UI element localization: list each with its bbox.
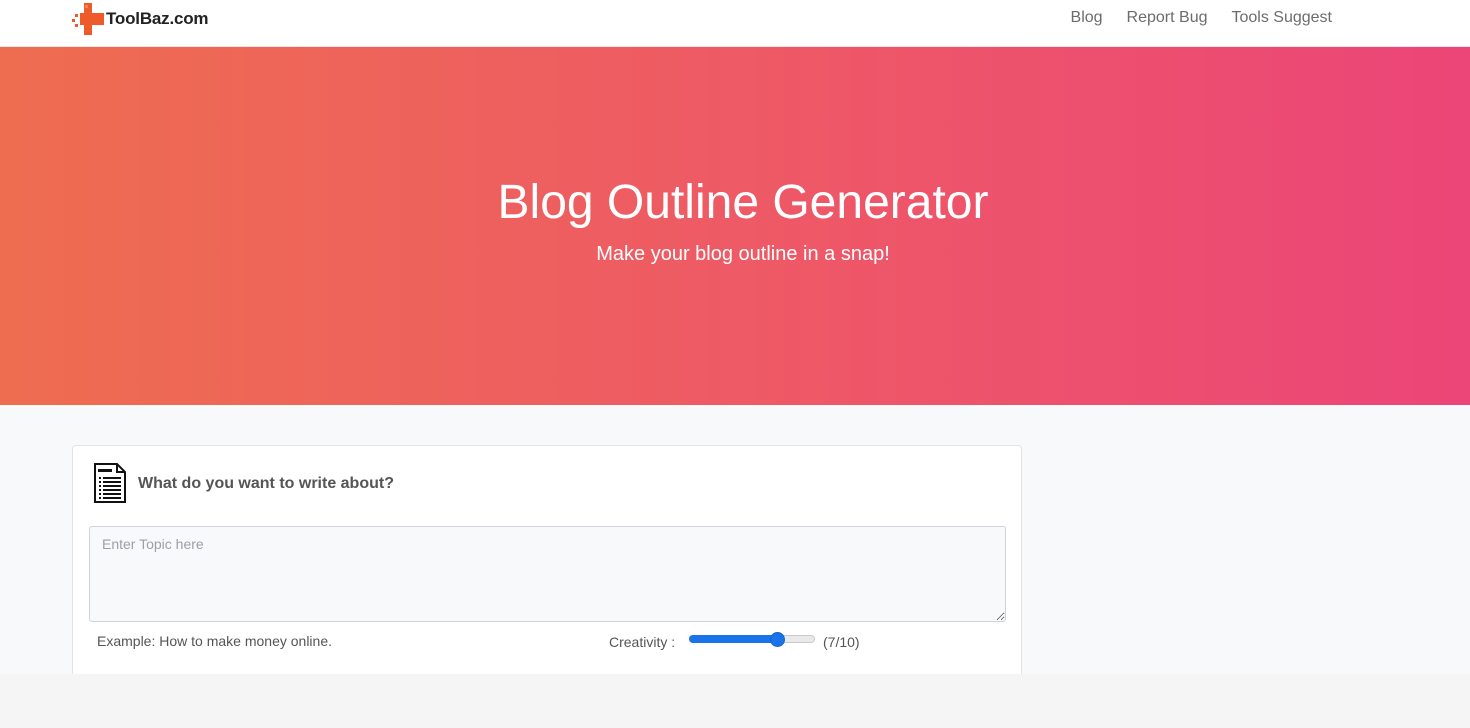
- brand-name: ToolBaz.com: [106, 9, 209, 28]
- page-subtitle: Make your blog outline in a snap!: [596, 243, 890, 265]
- brand-logo[interactable]: ToolBaz.com: [72, 3, 209, 35]
- form-heading: What do you want to write about?: [138, 475, 394, 492]
- page-title: Blog Outline Generator: [497, 176, 989, 229]
- nav-blog-link[interactable]: Blog: [1071, 9, 1103, 27]
- creativity-label: Creativity :: [609, 634, 676, 650]
- main-nav: Blog Report Bug Tools Suggest: [1071, 9, 1332, 27]
- nav-report-bug-link[interactable]: Report Bug: [1127, 9, 1208, 27]
- document-icon: [93, 462, 127, 509]
- creativity-slider[interactable]: [687, 629, 817, 649]
- slider-thumb[interactable]: [769, 632, 785, 647]
- form-header: What do you want to write about?: [93, 462, 394, 509]
- bottom-overlay: [0, 674, 1470, 728]
- top-navbar: ToolBaz.com Blog Report Bug Tools Sugges…: [0, 0, 1470, 47]
- toolbaz-logo-icon: [72, 3, 105, 35]
- slider-fill: [689, 635, 778, 643]
- nav-tools-suggest-link[interactable]: Tools Suggest: [1231, 9, 1332, 27]
- topic-input[interactable]: [89, 526, 1006, 622]
- creativity-value: (7/10): [823, 634, 860, 650]
- example-hint: Example: How to make money online.: [97, 633, 332, 649]
- hero-banner: Blog Outline Generator Make your blog ou…: [0, 47, 1470, 405]
